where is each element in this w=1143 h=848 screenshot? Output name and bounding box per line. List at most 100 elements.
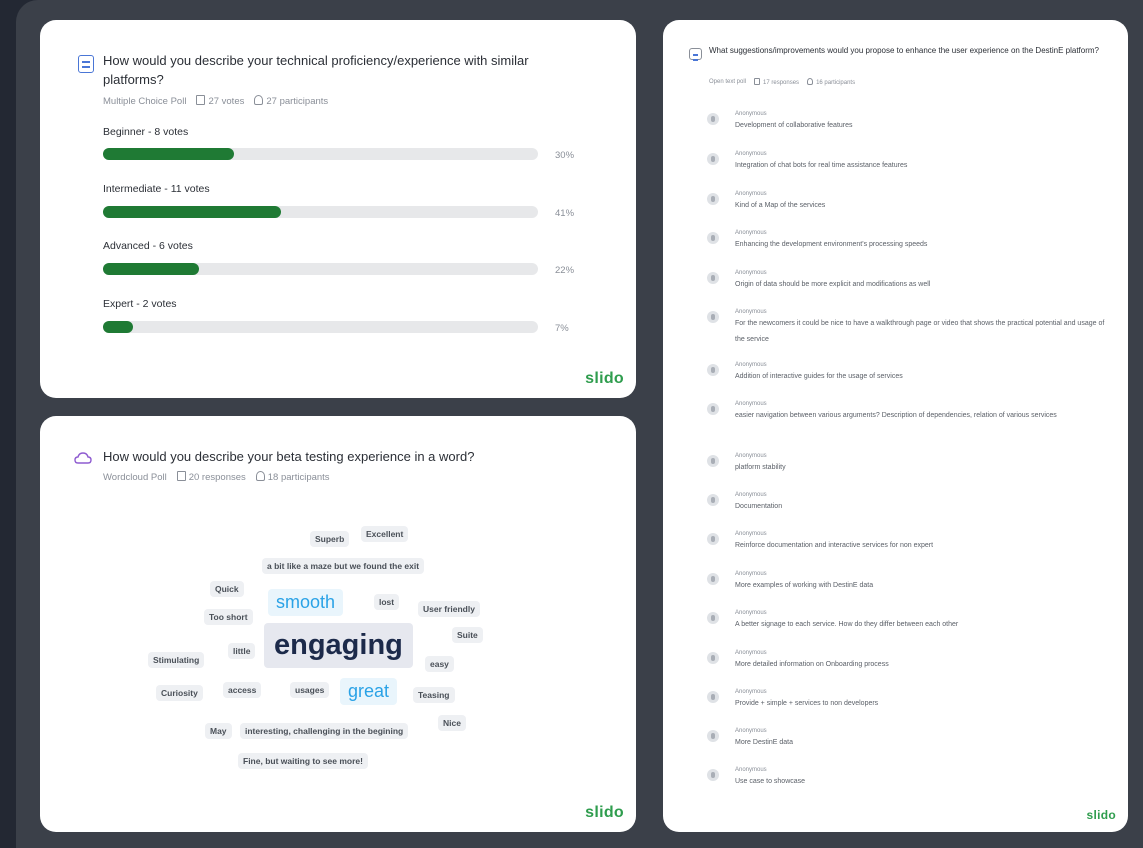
response-author: Anonymous bbox=[735, 571, 767, 577]
poll-type: Wordcloud Poll bbox=[103, 471, 167, 483]
word: Curiosity bbox=[156, 685, 203, 701]
response-author: Anonymous bbox=[735, 531, 767, 537]
option-label: Advanced - 6 votes bbox=[103, 240, 193, 252]
option-percent: 41% bbox=[555, 208, 575, 219]
response-text: More DestinE data bbox=[735, 739, 793, 746]
response-text: Documentation bbox=[735, 503, 783, 510]
response-text: Provide + simple + services to non devel… bbox=[735, 700, 879, 707]
response-author: Anonymous bbox=[735, 362, 767, 368]
poll-question: What suggestions/improvements would you … bbox=[709, 46, 1099, 55]
word: easy bbox=[425, 656, 454, 672]
option-bar-fill bbox=[103, 148, 234, 160]
option-percent: 22% bbox=[555, 265, 575, 276]
ballot-icon bbox=[176, 471, 186, 481]
word: May bbox=[205, 723, 232, 739]
response-author: Anonymous bbox=[735, 650, 767, 656]
response-text: Development of collaborative features bbox=[735, 122, 853, 129]
anonymous-avatar-icon bbox=[707, 455, 719, 467]
poll-list-icon bbox=[78, 55, 94, 73]
participants-count: 27 participants bbox=[254, 95, 328, 107]
word: Too short bbox=[204, 609, 253, 625]
option-bar bbox=[103, 206, 538, 218]
participants-count: 18 participants bbox=[255, 471, 330, 483]
open-text-poll-card: What suggestions/improvements would you … bbox=[663, 20, 1128, 832]
ballot-icon bbox=[196, 95, 206, 105]
option-label: Beginner - 8 votes bbox=[103, 126, 189, 138]
anonymous-avatar-icon bbox=[707, 730, 719, 742]
word: smooth bbox=[268, 589, 344, 616]
response-text: For the newcomers it could be nice to ha… bbox=[735, 320, 1105, 343]
word: lost bbox=[374, 594, 400, 610]
response-text: Kind of a Map of the services bbox=[735, 202, 826, 209]
word: Fine, but waiting to see more! bbox=[238, 753, 368, 769]
response-author: Anonymous bbox=[735, 270, 767, 276]
word: Suite bbox=[452, 627, 483, 643]
ballot-icon bbox=[754, 78, 761, 85]
anonymous-avatar-icon bbox=[707, 769, 719, 781]
people-icon bbox=[255, 471, 265, 481]
response-author: Anonymous bbox=[735, 610, 767, 616]
word: Teasing bbox=[413, 687, 455, 703]
response-text: More examples of working with DestinE da… bbox=[735, 582, 874, 589]
option-bar bbox=[103, 148, 538, 160]
response-author: Anonymous bbox=[735, 309, 767, 315]
slido-logo: slido bbox=[585, 370, 624, 387]
open-text-icon bbox=[689, 48, 702, 61]
response-text: Use case to showcase bbox=[735, 778, 806, 785]
response-text: Addition of interactive guides for the u… bbox=[735, 373, 903, 380]
response-author: Anonymous bbox=[735, 401, 767, 407]
anonymous-avatar-icon bbox=[707, 272, 719, 284]
anonymous-avatar-icon bbox=[707, 573, 719, 585]
word: access bbox=[223, 682, 262, 698]
responses-count: 17 responses bbox=[754, 78, 799, 86]
slido-logo: slido bbox=[585, 804, 624, 821]
word: User friendly bbox=[418, 601, 480, 617]
anonymous-avatar-icon bbox=[707, 193, 719, 205]
word: little bbox=[228, 643, 256, 659]
poll-meta: Open text poll 17 responses 16 participa… bbox=[709, 78, 855, 86]
word: Nice bbox=[438, 715, 466, 731]
option-percent: 7% bbox=[555, 323, 569, 334]
option-bar bbox=[103, 263, 538, 275]
anonymous-avatar-icon bbox=[707, 652, 719, 664]
response-text: Reinforce documentation and interactive … bbox=[735, 542, 934, 549]
option-bar-fill bbox=[103, 263, 199, 275]
word: engaging bbox=[264, 623, 413, 668]
anonymous-avatar-icon bbox=[707, 232, 719, 244]
slido-logo: slido bbox=[1086, 808, 1116, 822]
option-bar-fill bbox=[103, 321, 134, 333]
poll-type: Open text poll bbox=[709, 79, 747, 85]
option-label: Intermediate - 11 votes bbox=[103, 183, 210, 195]
responses-count: 20 responses bbox=[176, 471, 246, 483]
word: Excellent bbox=[361, 526, 409, 542]
response-text: A better signage to each service. How do… bbox=[735, 621, 959, 628]
response-author: Anonymous bbox=[735, 151, 767, 157]
multiple-choice-poll-card: How would you describe your technical pr… bbox=[40, 20, 636, 398]
response-text: Origin of data should be more explicit a… bbox=[735, 281, 931, 288]
word: Stimulating bbox=[148, 652, 205, 668]
anonymous-avatar-icon bbox=[707, 113, 719, 125]
poll-type: Multiple Choice Poll bbox=[103, 95, 187, 107]
option-percent: 30% bbox=[555, 150, 575, 161]
word: a bit like a maze but we found the exit bbox=[262, 558, 425, 574]
response-author: Anonymous bbox=[735, 689, 767, 695]
poll-meta: Wordcloud Poll 20 responses 18 participa… bbox=[103, 471, 330, 483]
people-icon bbox=[254, 95, 264, 105]
word: interesting, challenging in the begining bbox=[240, 723, 409, 739]
response-author: Anonymous bbox=[735, 492, 767, 498]
anonymous-avatar-icon bbox=[707, 153, 719, 165]
response-author: Anonymous bbox=[735, 230, 767, 236]
anonymous-avatar-icon bbox=[707, 691, 719, 703]
poll-question: How would you describe your beta testing… bbox=[103, 449, 475, 464]
response-text: Enhancing the development environment's … bbox=[735, 241, 928, 248]
poll-meta: Multiple Choice Poll 27 votes 27 partici… bbox=[103, 95, 328, 107]
option-bar bbox=[103, 321, 538, 333]
word: great bbox=[340, 678, 398, 705]
anonymous-avatar-icon bbox=[707, 494, 719, 506]
response-author: Anonymous bbox=[735, 191, 767, 197]
wordcloud-icon bbox=[74, 452, 92, 464]
poll-question: How would you describe your technical pr… bbox=[103, 53, 529, 87]
word: usages bbox=[290, 682, 330, 698]
anonymous-avatar-icon bbox=[707, 311, 719, 323]
response-text: More detailed information on Onboarding … bbox=[735, 661, 889, 668]
